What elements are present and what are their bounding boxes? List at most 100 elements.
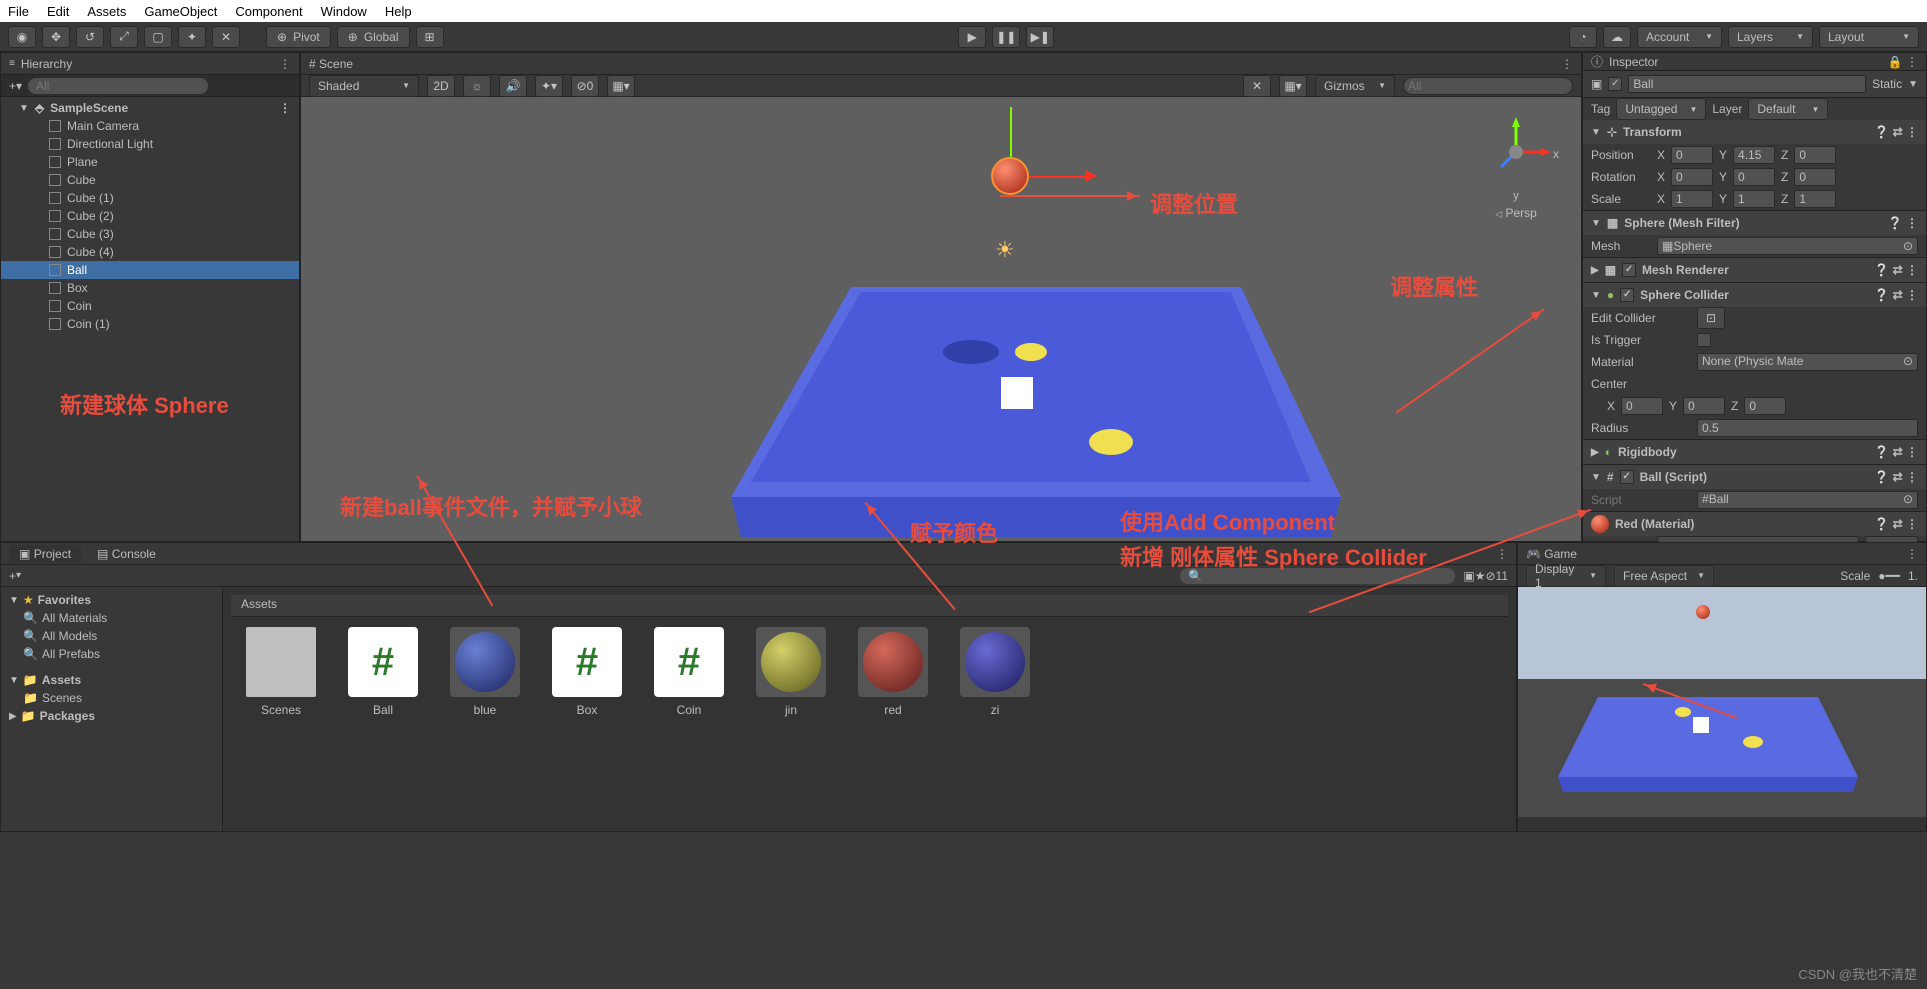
asset-item[interactable]: blue <box>445 627 525 717</box>
hierarchy-item[interactable]: Plane <box>1 153 299 171</box>
scene-tab[interactable]: # Scene <box>309 57 353 71</box>
center-z[interactable] <box>1744 397 1786 415</box>
rigidbody-header[interactable]: ▶◐Rigidbody❔ ⇄ ⋮ <box>1583 440 1926 464</box>
pivot-toggle[interactable]: ⊕Pivot <box>266 26 331 48</box>
asset-item[interactable]: zi <box>955 627 1035 717</box>
hierarchy-search[interactable] <box>28 78 208 94</box>
tag-dropdown[interactable]: Untagged <box>1616 98 1706 120</box>
script-header[interactable]: ▼#Ball (Script)❔ ⇄ ⋮ <box>1583 465 1926 489</box>
orientation-gizmo[interactable]: y x ◁ Persp <box>1481 117 1551 220</box>
breadcrumb[interactable]: Assets <box>231 595 1508 617</box>
meshrenderer-header[interactable]: ▶▦Mesh Renderer❔ ⇄ ⋮ <box>1583 258 1926 282</box>
menu-gameobject[interactable]: GameObject <box>144 4 217 19</box>
audio-toggle[interactable]: 🔊 <box>499 75 527 97</box>
filter-icon[interactable]: ▣ <box>1463 569 1474 583</box>
scale-tool[interactable]: ⤢ <box>110 26 138 48</box>
asset-item[interactable]: red <box>853 627 933 717</box>
physmat-field[interactable]: None (Physic Mate⊙ <box>1697 353 1918 371</box>
packages-folder[interactable]: ▶📁Packages <box>5 707 218 725</box>
grid-icon[interactable]: ▦▾ <box>1279 75 1307 97</box>
rot-y[interactable] <box>1733 168 1775 186</box>
transform-header[interactable]: ▼⊹Transform❔ ⇄ ⋮ <box>1583 120 1926 144</box>
menu-file[interactable]: File <box>8 4 29 19</box>
2d-toggle[interactable]: 2D <box>427 75 455 97</box>
hierarchy-item[interactable]: Main Camera <box>1 117 299 135</box>
hand-tool[interactable]: ◉ <box>8 26 36 48</box>
hierarchy-item[interactable]: Cube <box>1 171 299 189</box>
name-field[interactable] <box>1628 75 1866 93</box>
fav-item[interactable]: 🔍All Materials <box>5 609 218 627</box>
hierarchy-item[interactable]: Coin (1) <box>1 315 299 333</box>
persp-label[interactable]: ◁ Persp <box>1481 206 1551 220</box>
scene-root[interactable]: ▼⬘SampleScene⋮ <box>1 99 299 117</box>
hierarchy-item[interactable]: Cube (2) <box>1 207 299 225</box>
active-checkbox[interactable] <box>1608 77 1622 91</box>
cloud-icon[interactable]: ☁ <box>1603 26 1631 48</box>
trigger-checkbox[interactable] <box>1697 333 1711 347</box>
inspector-tab[interactable]: Inspector <box>1609 55 1658 69</box>
hierarchy-item[interactable]: Coin <box>1 297 299 315</box>
project-search[interactable] <box>1180 568 1455 584</box>
menu-help[interactable]: Help <box>385 4 412 19</box>
fav-item[interactable]: 🔍All Prefabs <box>5 645 218 663</box>
hierarchy-item[interactable]: Cube (3) <box>1 225 299 243</box>
pos-y[interactable] <box>1733 146 1775 164</box>
rect-tool[interactable]: ▢ <box>144 26 172 48</box>
asset-item[interactable]: jin <box>751 627 831 717</box>
layer-dropdown[interactable]: Default <box>1748 98 1828 120</box>
static-label[interactable]: Static <box>1872 77 1902 91</box>
game-viewport[interactable] <box>1518 587 1926 817</box>
gizmos-dropdown[interactable]: Gizmos <box>1315 75 1395 97</box>
rot-x[interactable] <box>1671 168 1713 186</box>
scl-z[interactable] <box>1794 190 1836 208</box>
game-tab[interactable]: 🎮 Game <box>1526 547 1577 561</box>
custom-tool[interactable]: ✕ <box>212 26 240 48</box>
pause-button[interactable]: ❚❚ <box>992 26 1020 48</box>
meshfilter-header[interactable]: ▼▦Sphere (Mesh Filter)❔ ⋮ <box>1583 211 1926 235</box>
hierarchy-item-selected[interactable]: Ball <box>1 261 299 279</box>
hierarchy-item[interactable]: Cube (1) <box>1 189 299 207</box>
account-dropdown[interactable]: Account <box>1637 26 1722 48</box>
shading-dropdown[interactable]: Shaded <box>309 75 419 97</box>
hierarchy-item[interactable]: Box <box>1 279 299 297</box>
layout-dropdown[interactable]: Layout <box>1819 26 1919 48</box>
transform-tool[interactable]: ✦ <box>178 26 206 48</box>
snap-toggle[interactable]: ⊞ <box>416 26 444 48</box>
pos-z[interactable] <box>1794 146 1836 164</box>
scl-y[interactable] <box>1733 190 1775 208</box>
menu-window[interactable]: Window <box>321 4 367 19</box>
folder-item[interactable]: 📁Scenes <box>5 689 218 707</box>
pos-x[interactable] <box>1671 146 1713 164</box>
light-toggle[interactable]: ☼ <box>463 75 491 97</box>
hierarchy-item[interactable]: Cube (4) <box>1 243 299 261</box>
material-header[interactable]: Red (Material)❔ ⇄ ⋮ <box>1583 512 1926 536</box>
asset-item[interactable]: Scenes <box>241 627 321 717</box>
collider-checkbox[interactable] <box>1620 288 1634 302</box>
global-toggle[interactable]: ⊕Global <box>337 26 410 48</box>
menu-component[interactable]: Component <box>235 4 302 19</box>
hidden-toggle[interactable]: ⊘0 <box>571 75 599 97</box>
asset-item[interactable]: #Coin <box>649 627 729 717</box>
editcollider-button[interactable]: ⊡ <box>1697 307 1725 329</box>
rot-z[interactable] <box>1794 168 1836 186</box>
project-tab[interactable]: ▣ Project <box>9 545 81 563</box>
assets-folder[interactable]: ▼📁Assets <box>5 671 218 689</box>
aspect-dropdown[interactable]: Free Aspect <box>1614 565 1714 587</box>
hierarchy-tab[interactable]: Hierarchy <box>21 57 72 71</box>
console-tab[interactable]: ▤ Console <box>87 545 166 563</box>
radius-field[interactable] <box>1697 419 1918 437</box>
add-icon[interactable]: +▾ <box>9 79 22 93</box>
favorites-folder[interactable]: ▼★Favorites <box>5 591 218 609</box>
fav-item[interactable]: 🔍All Models <box>5 627 218 645</box>
center-y[interactable] <box>1683 397 1725 415</box>
collider-header[interactable]: ▼●Sphere Collider❔ ⇄ ⋮ <box>1583 283 1926 307</box>
scene-viewport[interactable]: ☀ y x ◁ Persp <box>301 97 1581 541</box>
camera-toggle[interactable]: ▦▾ <box>607 75 635 97</box>
menu-assets[interactable]: Assets <box>87 4 126 19</box>
center-x[interactable] <box>1621 397 1663 415</box>
menu-edit[interactable]: Edit <box>47 4 69 19</box>
script-checkbox[interactable] <box>1620 470 1634 484</box>
asset-item[interactable]: #Ball <box>343 627 423 717</box>
play-button[interactable]: ▶ <box>958 26 986 48</box>
add-asset-button[interactable]: + <box>9 569 16 583</box>
